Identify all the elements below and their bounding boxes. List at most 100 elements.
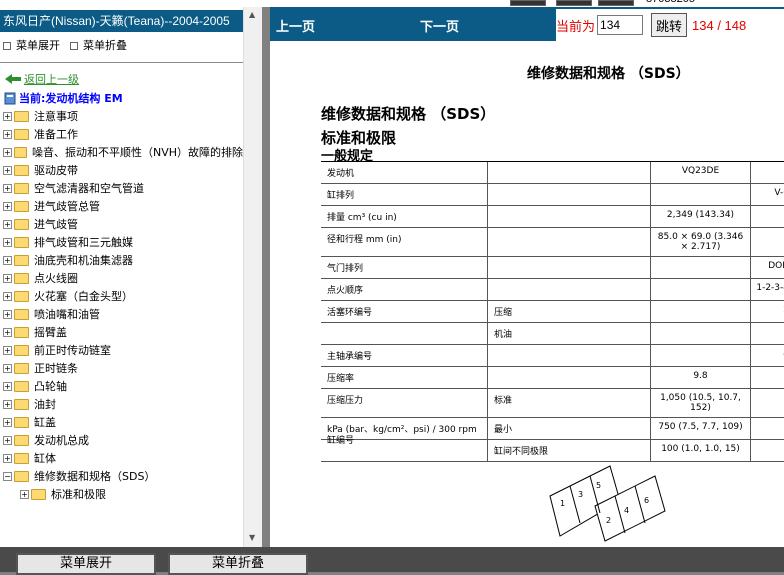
table-row: 缸排列 V-6 [321, 184, 784, 206]
folder-icon [14, 470, 29, 482]
tree-child-item[interactable]: + 标准和极限 [3, 485, 243, 503]
expand-icon [3, 42, 11, 50]
table-row: 径和行程 mm (in) 85.0 × 69.0 (3.346 × 2.717) [321, 228, 784, 257]
tree-item[interactable]: + 前正时传动链室 [3, 341, 243, 359]
tree-item[interactable]: + 油底壳和机油集滤器 [3, 251, 243, 269]
prev-page-button[interactable]: 上一页 [276, 16, 315, 35]
current-label: 当前:发动机结构 EM [19, 92, 123, 105]
folder-icon [14, 128, 29, 140]
row-label: 点火顺序 [321, 279, 488, 300]
tree-item[interactable]: + 空气滤清器和空气管道 [3, 179, 243, 197]
expand-icon[interactable]: + [3, 201, 12, 211]
tree-item[interactable]: + 发动机总成 [3, 431, 243, 449]
expand-icon[interactable]: + [3, 345, 12, 355]
folder-icon [31, 488, 46, 500]
row-label: 活塞环编号 [321, 301, 488, 322]
tree-item[interactable]: + 驱动皮带 [3, 161, 243, 179]
row-label: 缸排列 [321, 184, 488, 205]
row-label: 发动机 [321, 162, 488, 183]
content-panel: 上一页 下一页 当前为 跳转 134 / 148 维修数据和规格 （SDS） 维… [270, 7, 784, 547]
tree-item[interactable]: + 噪音、振动和不平顺性（NVH）故障的排除 [3, 143, 243, 161]
menu-collapse-link[interactable]: 菜单折叠 [70, 37, 127, 53]
row-sublabel: 压缩 [488, 301, 651, 322]
expand-icon[interactable]: + [3, 219, 12, 229]
expand-icon[interactable]: + [3, 129, 12, 139]
expand-icon[interactable]: + [3, 183, 12, 193]
row-value-right [751, 162, 784, 183]
tree-item-label: 空气滤清器和空气管道 [34, 182, 144, 195]
cylinder-number-label: 缸编号 [327, 436, 355, 446]
folder-icon [14, 344, 29, 356]
table-row: 主轴承编号 4 [321, 345, 784, 367]
separator [0, 62, 243, 63]
page-input[interactable] [597, 15, 644, 35]
row-value-right [751, 228, 784, 256]
tree-item-label: 点火线圈 [34, 272, 78, 285]
next-page-button[interactable]: 下一页 [420, 16, 459, 35]
left-panel: 东风日产(Nissan)-天籁(Teana)--2004-2005 菜单展开 菜… [0, 7, 262, 547]
jump-button[interactable]: 跳转 [651, 13, 688, 37]
expand-icon[interactable]: + [3, 255, 12, 265]
top-button-3[interactable] [598, 0, 634, 6]
tree-item[interactable]: + 摇臂盖 [3, 323, 243, 341]
row-label: 压缩率 [321, 367, 488, 388]
tree-item[interactable]: + 注意事项 [3, 107, 243, 125]
tree-item[interactable]: + 点火线圈 [3, 269, 243, 287]
tree-item[interactable]: + 喷油嘴和油管 [3, 305, 243, 323]
expand-icon[interactable]: + [3, 237, 12, 247]
tree-item[interactable]: + 油封 [3, 395, 243, 413]
nav-tree: + 注意事项 + 准备工作 + 噪音、振动和不平顺性（NVH）故障的排除 + 驱动皮带 + 空气滤… [3, 107, 243, 503]
expand-icon[interactable]: + [3, 417, 12, 427]
tree-item[interactable]: + 火花塞（白金头型） [3, 287, 243, 305]
menu-expand-link[interactable]: 菜单展开 [3, 37, 60, 53]
tree-item[interactable]: + 准备工作 [3, 125, 243, 143]
expand-icon[interactable]: + [3, 435, 12, 445]
tree-item-label: 准备工作 [34, 128, 78, 141]
tree-item[interactable]: + 缸体 [3, 449, 243, 467]
book-icon [4, 92, 16, 104]
tree-item[interactable]: + 排气歧管和三元触媒 [3, 233, 243, 251]
expand-icon[interactable]: + [3, 309, 12, 319]
table-row: 压缩压力 标准 1,050 (10.5, 10.7, 152) [321, 389, 784, 418]
scroll-down-icon[interactable]: ▼ [249, 533, 255, 542]
tree-item-label: 喷油嘴和油管 [34, 308, 100, 321]
collapse-icon[interactable]: − [3, 471, 12, 481]
tree-item[interactable]: + 凸轮轴 [3, 377, 243, 395]
expand-icon[interactable]: + [3, 147, 12, 157]
spec-table: 发动机 VQ23DE 缸排列 V-6 排量 cm³ (cu in) 2,349 (143.… [321, 161, 784, 462]
row-sublabel [488, 257, 651, 278]
scroll-up-icon[interactable]: ▲ [249, 10, 255, 19]
tree-item-label: 发动机总成 [34, 434, 89, 447]
tree-item[interactable]: + 缸盖 [3, 413, 243, 431]
expand-icon[interactable]: + [3, 327, 12, 337]
tree-item-label: 前正时传动链室 [34, 344, 111, 357]
folder-icon [14, 272, 29, 284]
cyl-num-1: 1 [560, 499, 565, 508]
top-button-2[interactable] [556, 0, 592, 6]
expand-icon[interactable]: + [3, 453, 12, 463]
expand-icon[interactable]: + [3, 165, 12, 175]
tree-item[interactable]: + 进气歧管总管 [3, 197, 243, 215]
folder-icon [14, 254, 29, 266]
expand-icon[interactable]: + [20, 489, 29, 499]
row-label: 压缩压力 [321, 389, 488, 417]
back-link[interactable]: 返回上一级 [5, 71, 79, 87]
expand-icon[interactable]: + [3, 291, 12, 301]
row-value-right [751, 206, 784, 227]
expand-icon[interactable]: + [3, 111, 12, 121]
folder-icon [13, 146, 27, 158]
top-button-1[interactable] [510, 0, 546, 6]
expand-icon[interactable]: + [3, 399, 12, 409]
expand-icon[interactable]: + [3, 381, 12, 391]
tree-item[interactable]: − 维修数据和规格（SDS） [3, 467, 243, 485]
doc-heading: 维修数据和规格 （SDS） [321, 105, 496, 123]
back-label: 返回上一级 [24, 73, 79, 86]
menu-expand-label: 菜单展开 [16, 39, 60, 52]
tree-item[interactable]: + 正时链条 [3, 359, 243, 377]
table-row: 点火顺序 1-2-3-4 [321, 279, 784, 301]
expand-icon[interactable]: + [3, 363, 12, 373]
left-scrollbar[interactable]: ▲ ▼ [243, 7, 262, 547]
row-value-right: 2 [751, 301, 784, 322]
expand-icon[interactable]: + [3, 273, 12, 283]
tree-item[interactable]: + 进气歧管 [3, 215, 243, 233]
